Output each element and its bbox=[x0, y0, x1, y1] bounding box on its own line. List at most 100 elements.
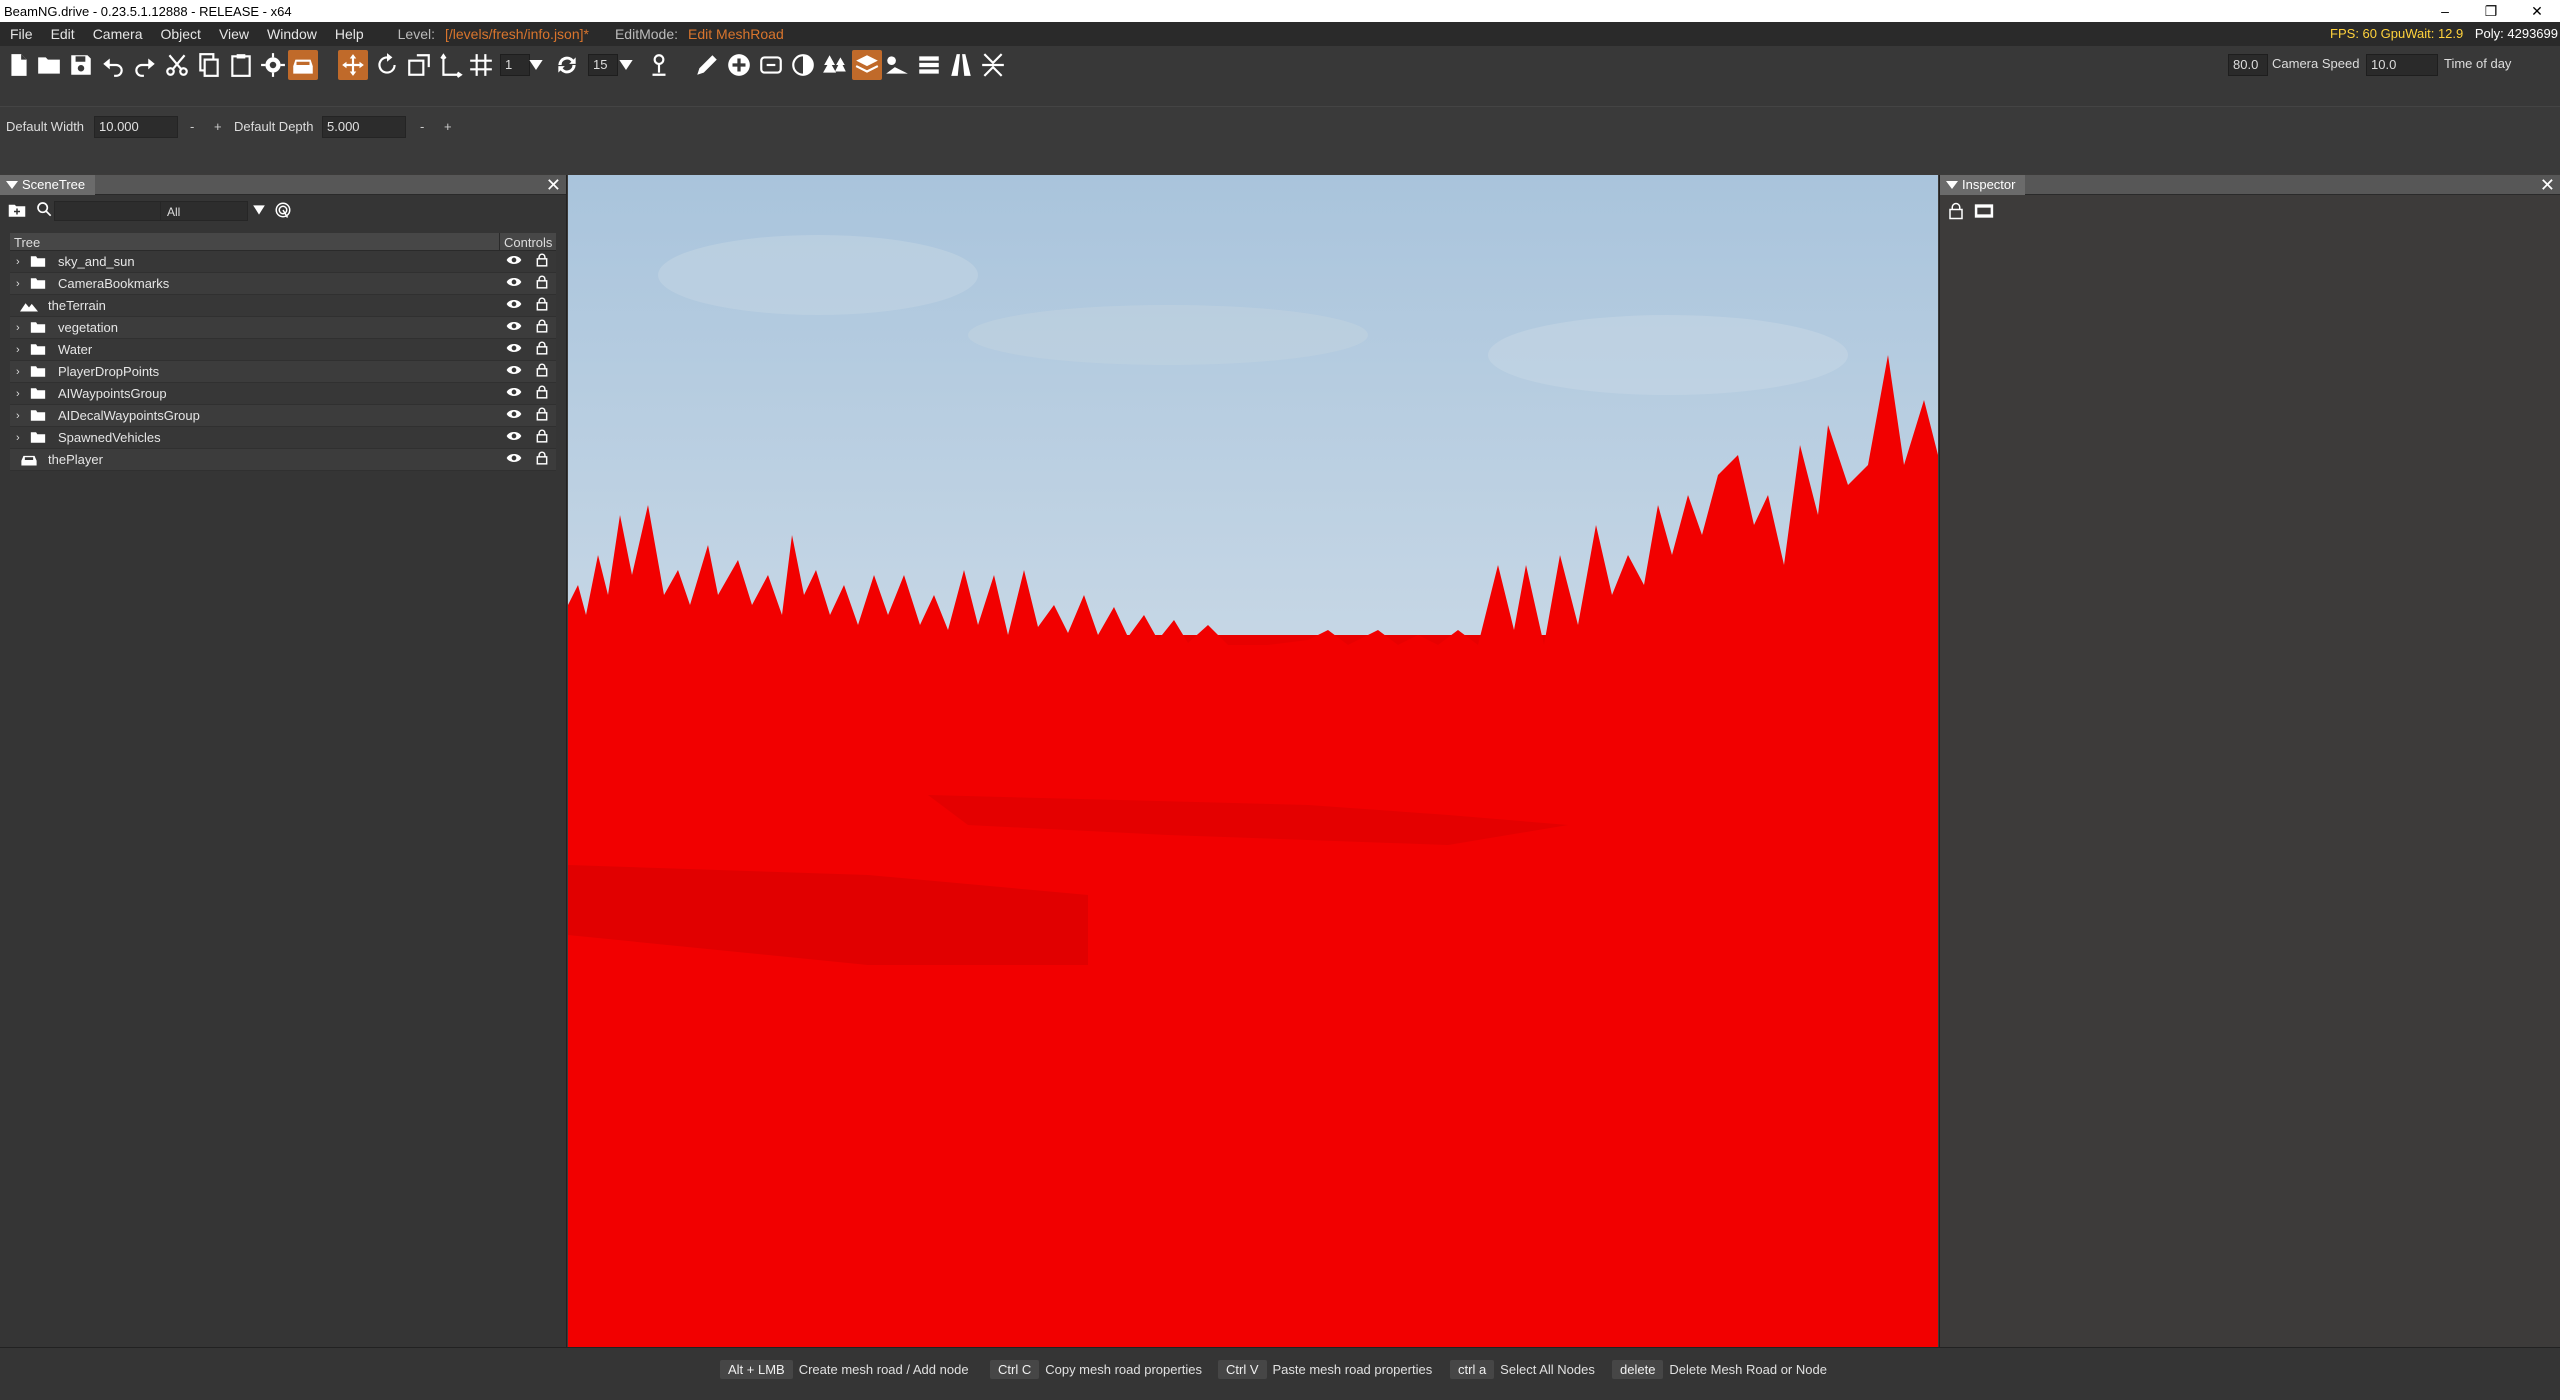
vehicle-icon[interactable] bbox=[288, 50, 318, 80]
width-decrement-button[interactable]: - bbox=[190, 119, 194, 134]
undo-icon[interactable] bbox=[98, 50, 128, 80]
tree-row[interactable]: › AIDecalWaypointsGroup bbox=[10, 405, 556, 427]
menu-view[interactable]: View bbox=[209, 26, 257, 42]
tree-row[interactable]: › AIWaypointsGroup bbox=[10, 383, 556, 405]
visibility-eye-icon[interactable] bbox=[506, 408, 522, 423]
visibility-eye-icon[interactable] bbox=[506, 430, 522, 445]
menu-object[interactable]: Object bbox=[150, 26, 208, 42]
lock-icon[interactable] bbox=[536, 385, 548, 402]
lock-icon[interactable] bbox=[536, 319, 548, 336]
visibility-eye-icon[interactable] bbox=[506, 254, 522, 269]
default-depth-input[interactable]: 5.000 bbox=[322, 116, 406, 138]
lock-icon[interactable] bbox=[536, 407, 548, 424]
cut-icon[interactable] bbox=[162, 50, 192, 80]
rotate-snap-icon[interactable] bbox=[552, 50, 582, 80]
depth-decrement-button[interactable]: - bbox=[420, 119, 424, 134]
visibility-eye-icon[interactable] bbox=[506, 452, 522, 467]
width-increment-button[interactable]: + bbox=[214, 119, 222, 134]
tree-row[interactable]: theTerrain bbox=[10, 295, 556, 317]
tree-row[interactable]: › vegetation bbox=[10, 317, 556, 339]
move-gizmo-icon[interactable] bbox=[338, 50, 368, 80]
lock-icon[interactable] bbox=[536, 429, 548, 446]
menu-camera[interactable]: Camera bbox=[83, 26, 151, 42]
open-folder-icon[interactable] bbox=[34, 50, 64, 80]
pencil-icon[interactable] bbox=[692, 50, 722, 80]
depth-increment-button[interactable]: + bbox=[444, 119, 452, 134]
visibility-eye-icon[interactable] bbox=[506, 298, 522, 313]
add-icon[interactable] bbox=[724, 50, 754, 80]
lock-icon[interactable] bbox=[536, 297, 548, 314]
camera-speed-input[interactable]: 80.0 bbox=[2228, 54, 2268, 76]
expand-chevron-icon[interactable]: › bbox=[16, 344, 30, 356]
menu-file[interactable]: File bbox=[0, 26, 41, 42]
close-scenetree-icon[interactable]: ✕ bbox=[546, 175, 561, 195]
menu-edit[interactable]: Edit bbox=[41, 26, 83, 42]
lock-icon[interactable] bbox=[536, 253, 548, 270]
river-icon[interactable] bbox=[914, 50, 944, 80]
visibility-eye-icon[interactable] bbox=[506, 276, 522, 291]
collapse-icon[interactable] bbox=[978, 50, 1008, 80]
expand-chevron-icon[interactable]: › bbox=[16, 322, 30, 334]
lock-icon[interactable] bbox=[536, 451, 548, 468]
scale-gizmo-icon[interactable] bbox=[404, 50, 434, 80]
menu-help[interactable]: Help bbox=[325, 26, 372, 42]
lock-icon[interactable] bbox=[1948, 202, 1964, 223]
lock-icon[interactable] bbox=[536, 363, 548, 380]
new-file-icon[interactable] bbox=[4, 50, 34, 80]
raw-view-icon[interactable] bbox=[1974, 203, 1994, 222]
radar-icon[interactable] bbox=[274, 201, 292, 222]
paste-icon[interactable] bbox=[226, 50, 256, 80]
visibility-eye-icon[interactable] bbox=[506, 320, 522, 335]
road-icon[interactable] bbox=[852, 50, 882, 80]
meshroad-icon[interactable] bbox=[882, 50, 912, 80]
expand-chevron-icon[interactable]: › bbox=[16, 388, 30, 400]
road-edit-icon[interactable] bbox=[946, 50, 976, 80]
copy-icon[interactable] bbox=[194, 50, 224, 80]
close-window-button[interactable]: ✕ bbox=[2514, 0, 2560, 22]
save-icon[interactable] bbox=[66, 50, 96, 80]
restore-button[interactable]: ❐ bbox=[2468, 0, 2514, 22]
rotate-snap-input[interactable]: 15 bbox=[588, 54, 618, 76]
scenetree-tab[interactable]: SceneTree bbox=[0, 175, 96, 195]
tree-row[interactable]: › PlayerDropPoints bbox=[10, 361, 556, 383]
grid-snap-icon[interactable] bbox=[466, 50, 496, 80]
inspector-tab[interactable]: Inspector bbox=[1940, 175, 2026, 195]
lock-icon[interactable] bbox=[536, 275, 548, 292]
tree-row[interactable]: › SpawnedVehicles bbox=[10, 427, 556, 449]
visibility-eye-icon[interactable] bbox=[506, 364, 522, 379]
grid-dropdown-icon[interactable] bbox=[526, 50, 546, 80]
visibility-eye-icon[interactable] bbox=[506, 342, 522, 357]
add-group-icon[interactable] bbox=[8, 202, 26, 221]
close-inspector-icon[interactable]: ✕ bbox=[2540, 175, 2555, 195]
time-of-day-input[interactable]: 10.0 bbox=[2366, 54, 2438, 76]
rotate-gizmo-icon[interactable] bbox=[372, 50, 402, 80]
tree-row[interactable]: thePlayer bbox=[10, 449, 556, 471]
settings-icon[interactable] bbox=[258, 50, 288, 80]
type-filter-select[interactable]: All bbox=[160, 201, 248, 221]
minimize-button[interactable]: – bbox=[2422, 0, 2468, 22]
expand-chevron-icon[interactable]: › bbox=[16, 432, 30, 444]
rotate-dropdown-icon[interactable] bbox=[616, 50, 636, 80]
default-width-input[interactable]: 10.000 bbox=[94, 116, 178, 138]
collapse-triangle-icon[interactable] bbox=[6, 180, 18, 189]
collapse-triangle-icon[interactable] bbox=[1946, 180, 1958, 189]
expand-chevron-icon[interactable]: › bbox=[16, 410, 30, 422]
expand-chevron-icon[interactable]: › bbox=[16, 366, 30, 378]
redo-icon[interactable] bbox=[130, 50, 160, 80]
color-wheel-icon[interactable] bbox=[788, 50, 818, 80]
tree-row[interactable]: › sky_and_sun bbox=[10, 251, 556, 273]
forest-icon[interactable] bbox=[820, 50, 850, 80]
search-input[interactable] bbox=[54, 201, 162, 221]
decal-icon[interactable] bbox=[756, 50, 786, 80]
terrain-snap-icon[interactable] bbox=[644, 50, 674, 80]
tree-row[interactable]: › CameraBookmarks bbox=[10, 273, 556, 295]
axis-local-icon[interactable] bbox=[436, 50, 466, 80]
expand-chevron-icon[interactable]: › bbox=[16, 256, 30, 268]
expand-chevron-icon[interactable]: › bbox=[16, 278, 30, 290]
menu-window[interactable]: Window bbox=[257, 26, 325, 42]
3d-viewport[interactable] bbox=[568, 175, 1938, 1347]
tree-row[interactable]: › Water bbox=[10, 339, 556, 361]
visibility-eye-icon[interactable] bbox=[506, 386, 522, 401]
chevron-down-icon[interactable] bbox=[252, 204, 266, 219]
lock-icon[interactable] bbox=[536, 341, 548, 358]
